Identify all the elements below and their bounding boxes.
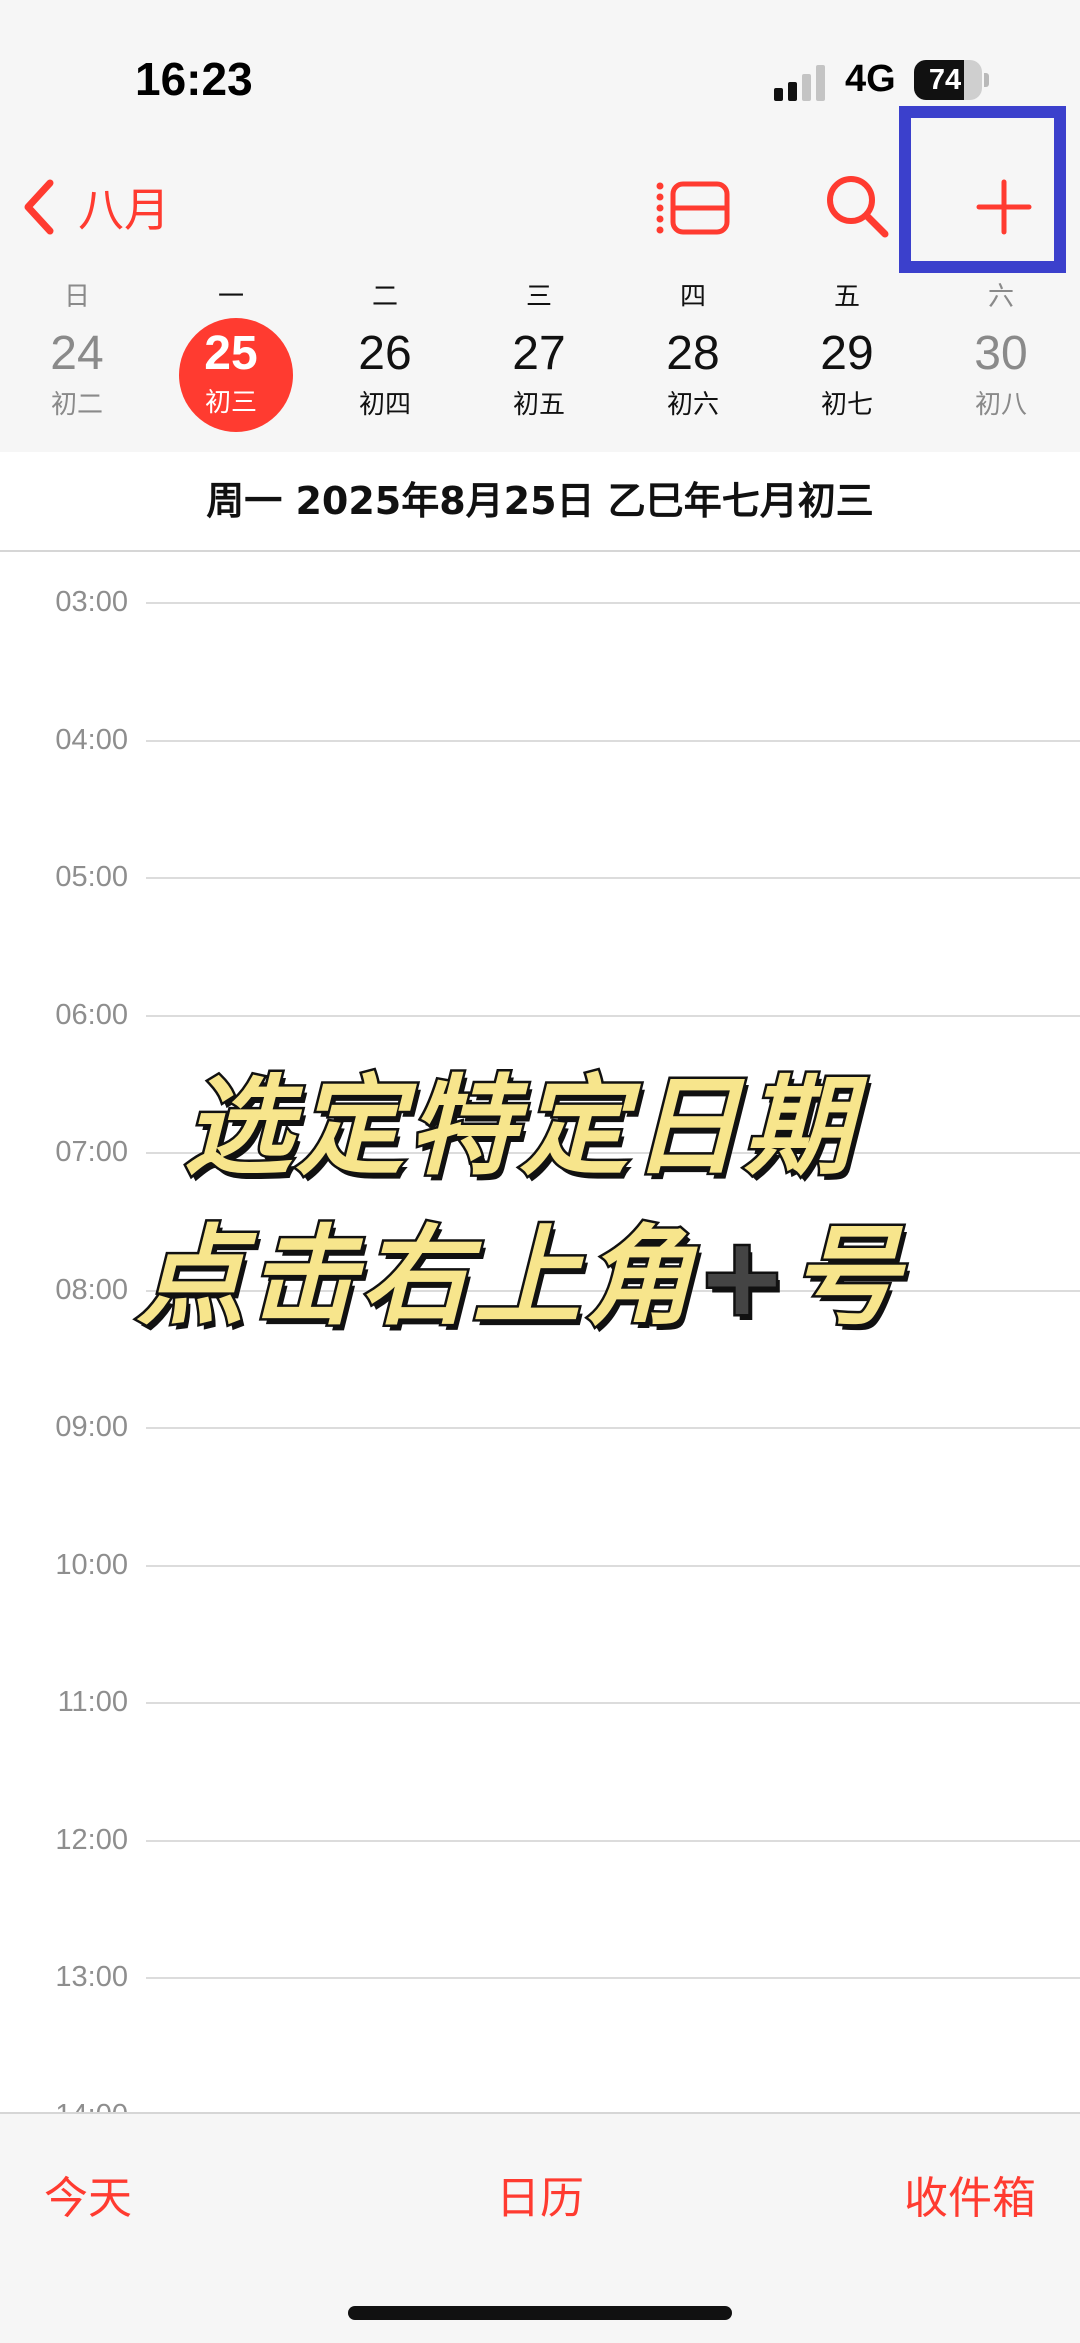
- hour-row: 05:00: [0, 857, 1080, 897]
- day-lunar-label: 初五: [512, 390, 565, 420]
- day-weekday-label: 日: [63, 282, 90, 312]
- week-strip: 日 24 初二 一 25 初三 二 26 初四 三 27 初五 四 28 初六 五 29 初七 六 30 初八: [0, 270, 1080, 450]
- home-indicator: [348, 2306, 732, 2320]
- day-weekday-label: 二: [371, 282, 398, 312]
- day-cell-29[interactable]: 五 29 初七: [772, 270, 922, 450]
- hour-row: 14:00: [0, 2095, 1080, 2113]
- bottom-toolbar: 今天 日历 收件箱: [0, 2112, 1080, 2343]
- hour-divider: [146, 1977, 1080, 1979]
- inbox-button[interactable]: 收件箱: [904, 2162, 1036, 2226]
- battery-icon: 74: [914, 60, 990, 100]
- day-lunar-label: 初四: [358, 390, 411, 420]
- network-type: 4G: [845, 58, 896, 100]
- hour-row: 09:00: [0, 1407, 1080, 1447]
- day-num-label: 24: [50, 327, 104, 380]
- chevron-left-icon: [24, 179, 54, 235]
- hour-label: 14:00: [0, 2095, 128, 2113]
- caption-line-1: 选定特定日期: [181, 1063, 856, 1193]
- back-label: 八月: [78, 183, 170, 237]
- hour-divider: [146, 1839, 1080, 1842]
- day-cell-25[interactable]: 一 25 初三: [156, 270, 306, 450]
- hour-label: 05:00: [55, 861, 128, 893]
- battery-level: 74: [928, 64, 962, 96]
- hour-row: 10:00: [0, 1545, 1080, 1585]
- hour-row: 13:00: [0, 1957, 1080, 1997]
- caption-line-2-part-a: 点击右上角: [134, 1213, 697, 1343]
- status-time: 16:23: [135, 53, 253, 105]
- hour-divider: [146, 877, 1080, 879]
- day-lunar-label: 初八: [974, 390, 1027, 420]
- day-num-label: 25: [204, 327, 258, 380]
- hour-label: 03:00: [55, 586, 128, 618]
- hour-divider: [146, 602, 1080, 604]
- selected-date-header: 周一 2025年8月25日 乙巳年七月初三: [0, 452, 1080, 552]
- hour-label: 09:00: [55, 1411, 128, 1443]
- day-weekday-label: 五: [833, 282, 860, 312]
- hour-label: 12:00: [55, 1823, 128, 1856]
- hour-label: 10:00: [55, 1548, 128, 1581]
- day-num-label: 26: [358, 327, 412, 380]
- day-weekday-label: 六: [987, 282, 1014, 312]
- day-weekday-label: 一: [217, 282, 244, 312]
- battery-cap: [984, 73, 989, 87]
- back-to-month-button[interactable]: 八月: [20, 172, 170, 242]
- caption-line-2-part-b: 号: [789, 1213, 904, 1343]
- hour-label: 13:00: [55, 1961, 128, 1993]
- day-lunar-label: 初七: [820, 390, 873, 420]
- day-lunar-label: 初六: [666, 390, 719, 420]
- hour-row: 11:00: [0, 1682, 1080, 1722]
- hour-row: 03:00: [0, 582, 1080, 622]
- day-cell-24[interactable]: 日 24 初二: [2, 270, 152, 450]
- hour-row: 06:00: [0, 995, 1080, 1035]
- day-weekday-label: 三: [525, 282, 552, 312]
- hour-divider: [146, 1564, 1080, 1567]
- hour-divider: [146, 739, 1080, 742]
- hour-label: 06:00: [55, 998, 128, 1031]
- day-num-label: 28: [666, 327, 720, 380]
- hour-divider: [146, 1427, 1080, 1429]
- search-icon[interactable]: [823, 172, 891, 242]
- hour-divider: [146, 1702, 1080, 1704]
- hour-label: 04:00: [55, 723, 128, 756]
- day-cell-30[interactable]: 六 30 初八: [926, 270, 1076, 450]
- hour-label: 11:00: [57, 1686, 128, 1718]
- day-lunar-label: 初三: [204, 388, 257, 418]
- hour-divider: [146, 1014, 1080, 1017]
- caption-line-2: 点击右上角+号: [0, 1190, 1060, 1346]
- day-num-label: 30: [974, 327, 1028, 380]
- day-num-label: 27: [512, 327, 566, 380]
- add-button-highlight: [899, 106, 1066, 273]
- hour-row: 12:00: [0, 1820, 1080, 1860]
- battery-body: 74: [914, 60, 982, 100]
- day-weekday-label: 四: [679, 282, 706, 312]
- day-lunar-label: 初二: [50, 390, 103, 420]
- caption-plus-sign: +: [694, 1213, 792, 1343]
- top-chrome: 16:23 4G 74 八月 日 24 初二 一 25 初三 二 26 初四 三…: [0, 0, 1080, 454]
- day-cell-26[interactable]: 二 26 初四: [310, 270, 460, 450]
- day-cell-27[interactable]: 三 27 初五: [464, 270, 614, 450]
- day-cell-28[interactable]: 四 28 初六: [618, 270, 768, 450]
- day-num-label: 29: [820, 327, 874, 380]
- hour-row: 04:00: [0, 720, 1080, 760]
- list-view-icon[interactable]: [655, 178, 731, 238]
- cellular-signal-icon: [774, 65, 825, 101]
